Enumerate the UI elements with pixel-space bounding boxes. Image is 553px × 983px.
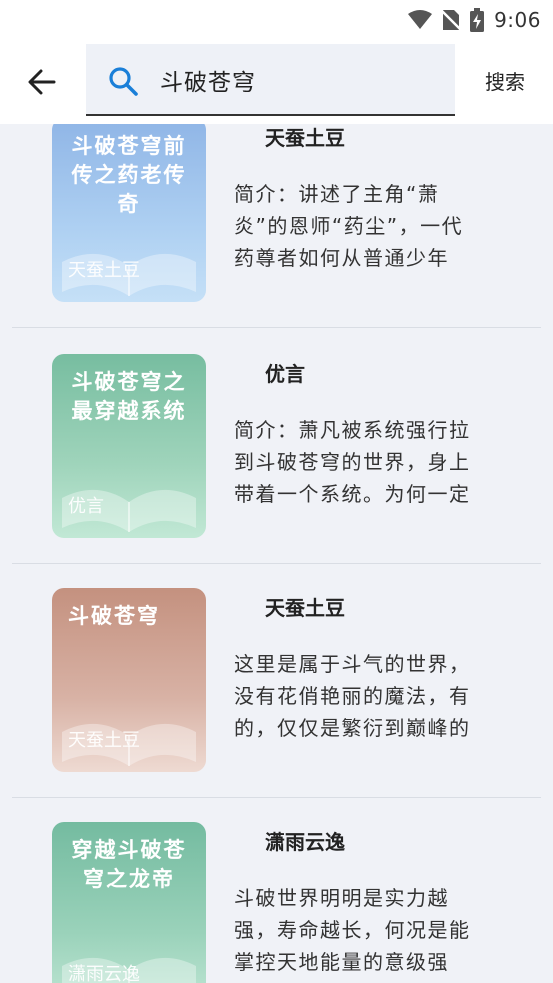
cover-title: 穿越斗破苍穹之龙帝 [71, 838, 187, 891]
cover-author: 天蚕土豆 [68, 730, 140, 751]
cover-author: 潇雨云逸 [68, 964, 140, 983]
author-name: 潇雨云逸 [265, 830, 345, 854]
status-icons: 9:06 [408, 6, 541, 34]
battery-charging-icon [470, 8, 485, 32]
author-name: 天蚕土豆 [265, 126, 345, 150]
book-description: 这里是属于斗气的世界，没有花俏艳丽的魔法，有的，仅仅是繁衍到巅峰的 [234, 652, 471, 740]
book-cover: 穿越斗破苍穹之龙帝 潇雨云逸 [52, 822, 206, 983]
divider [12, 327, 541, 328]
status-time: 9:06 [494, 8, 541, 32]
list-item[interactable]: 斗破苍穹前传之药老传奇 天蚕土豆 天蚕土豆 简介：讲述了主角“萧炎”的恩师“药尘… [12, 124, 541, 328]
author-name: 优言 [265, 362, 305, 386]
search-input[interactable] [160, 58, 440, 102]
author-name: 天蚕土豆 [265, 596, 345, 620]
cover-title: 斗破苍穹 [68, 604, 160, 628]
arrow-left-icon [28, 69, 56, 95]
book-description: 斗破世界明明是实力越强，寿命越长，何况是能掌控天地能量的意级强 [234, 886, 471, 974]
no-sim-icon [442, 10, 461, 30]
cover-author: 天蚕土豆 [68, 260, 140, 281]
back-button[interactable] [20, 60, 64, 104]
cover-title: 斗破苍穹前传之药老传奇 [71, 134, 187, 216]
wifi-icon [408, 10, 433, 29]
cover-title: 斗破苍穹之最穿越系统 [71, 370, 187, 423]
list-item[interactable]: 穿越斗破苍穹之龙帝 潇雨云逸 潇雨云逸 斗破世界明明是实力越强，寿命越长，何况是… [12, 798, 541, 983]
cover-author: 优言 [68, 496, 104, 517]
results-list: 斗破苍穹前传之药老传奇 天蚕土豆 天蚕土豆 简介：讲述了主角“萧炎”的恩师“药尘… [0, 124, 553, 983]
search-icon [109, 67, 138, 96]
book-cover: 斗破苍穹 天蚕土豆 [52, 588, 206, 772]
book-cover: 斗破苍穹前传之药老传奇 天蚕土豆 [52, 124, 206, 302]
book-cover: 斗破苍穹之最穿越系统 优言 [52, 354, 206, 538]
search-header: 搜索 [0, 40, 553, 124]
search-button[interactable]: 搜索 [470, 62, 540, 102]
list-item[interactable]: 斗破苍穹之最穿越系统 优言 优言 简介：萧凡被系统强行拉到斗破苍穹的世界，身上带… [12, 330, 541, 564]
list-item[interactable]: 斗破苍穹 天蚕土豆 天蚕土豆 这里是属于斗气的世界，没有花俏艳丽的魔法，有的，仅… [12, 564, 541, 798]
book-description: 简介：讲述了主角“萧炎”的恩师“药尘”，一代药尊者如何从普通少年 [234, 182, 464, 270]
book-description: 简介：萧凡被系统强行拉到斗破苍穹的世界，身上带着一个系统。为何一定 [234, 418, 471, 506]
search-box[interactable] [86, 44, 455, 116]
status-bar: 9:06 [0, 0, 553, 40]
